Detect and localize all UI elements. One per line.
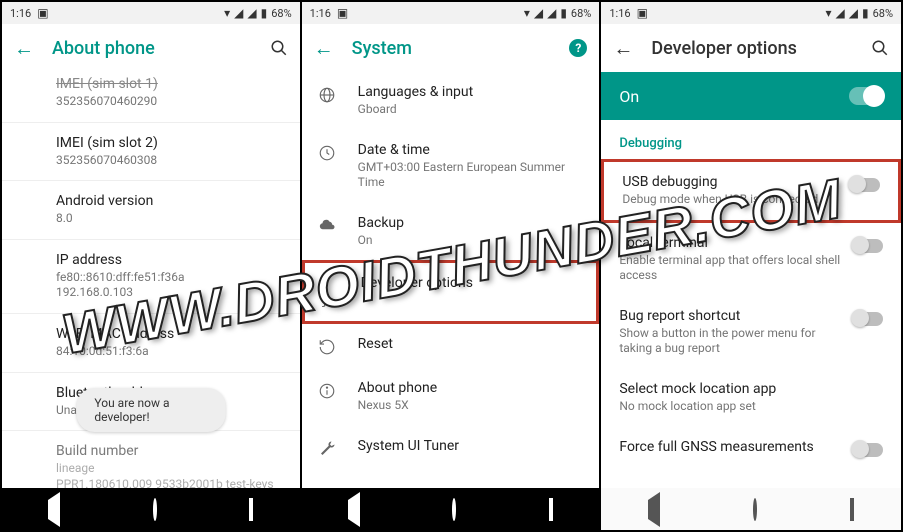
- backup-item[interactable]: Backup On: [302, 203, 600, 261]
- battery-icon: ▮: [862, 6, 869, 20]
- master-toggle-banner[interactable]: On: [601, 72, 901, 120]
- about-phone-item[interactable]: About phone Nexus 5X: [302, 368, 600, 426]
- clock-icon: [318, 144, 336, 162]
- usb-debugging-toggle[interactable]: [850, 178, 880, 192]
- status-bar: 1:16 ▣ ▾ ◢ ◢ ▮ 68%: [601, 2, 901, 24]
- calendar-icon: ▣: [637, 6, 648, 20]
- signal-icon: ◢: [836, 6, 845, 20]
- imei-slot2-item[interactable]: IMEI (sim slot 2) 352356070460308: [2, 123, 300, 181]
- datetime-item[interactable]: Date & time GMT+03:00 Eastern European S…: [302, 130, 600, 203]
- navigation-bar: [302, 488, 600, 530]
- reset-icon: [318, 338, 336, 356]
- calendar-icon: ▣: [337, 6, 348, 20]
- wifi-mac-item[interactable]: Wi-Fi MAC address 84:10:0d:51:f3:6a: [2, 314, 300, 372]
- globe-icon: [318, 86, 336, 104]
- languages-item[interactable]: Languages & input Gboard: [302, 72, 600, 130]
- master-toggle[interactable]: [849, 87, 883, 105]
- battery-percent: 68%: [271, 7, 291, 20]
- screen-system: 1:16 ▣ ▾ ◢ ◢ ▮ 68% ← System ? Language: [302, 2, 602, 530]
- battery-icon: ▮: [560, 6, 567, 20]
- bug-report-toggle[interactable]: [853, 312, 883, 326]
- imei-slot1-item[interactable]: IMEI (sim slot 1) 352356070460290: [2, 72, 300, 122]
- settings-list[interactable]: IMEI (sim slot 1) 352356070460290 IMEI (…: [2, 72, 300, 488]
- wifi-icon: ▾: [524, 6, 530, 20]
- usb-debugging-item[interactable]: USB debugging Debug mode when USB is con…: [601, 159, 901, 223]
- battery-percent: 68%: [873, 7, 893, 20]
- ip-address-item[interactable]: IP address fe80::8610:dff:fe51:f36a 192.…: [2, 240, 300, 313]
- on-label: On: [619, 87, 639, 106]
- info-icon: [318, 382, 336, 400]
- build-number-item[interactable]: Build number lineage PPR1.180610.009 953…: [2, 431, 300, 488]
- nav-home-button[interactable]: [753, 500, 757, 519]
- nav-back-button[interactable]: [348, 500, 360, 519]
- reset-item[interactable]: Reset: [302, 324, 600, 368]
- calendar-icon: ▣: [37, 6, 48, 20]
- nav-recent-button[interactable]: [850, 500, 854, 519]
- nav-back-button[interactable]: [48, 500, 60, 519]
- status-time: 1:16: [609, 7, 630, 20]
- settings-list[interactable]: Debugging USB debugging Debug mode when …: [601, 120, 901, 488]
- page-title: Developer options: [651, 38, 853, 59]
- status-bar: 1:16 ▣ ▾ ◢ ◢ ▮ 68%: [302, 2, 600, 24]
- local-terminal-item[interactable]: Local terminal Enable terminal app that …: [601, 223, 901, 296]
- search-icon[interactable]: [871, 39, 889, 57]
- nav-recent-button[interactable]: [549, 500, 553, 519]
- nav-home-button[interactable]: [153, 500, 157, 519]
- nav-home-button[interactable]: [452, 500, 456, 519]
- nav-back-button[interactable]: [648, 500, 660, 519]
- nav-recent-button[interactable]: [249, 500, 253, 519]
- developer-options-item[interactable]: { } Developer options: [302, 260, 600, 324]
- header: ← System ?: [302, 24, 600, 72]
- signal-icon-2: ◢: [247, 6, 256, 20]
- header: ← Developer options: [601, 24, 901, 72]
- navigation-bar: [2, 488, 300, 530]
- back-button[interactable]: ←: [14, 36, 34, 61]
- settings-list[interactable]: Languages & input Gboard Date & time GMT…: [302, 72, 600, 488]
- header: ← About phone: [2, 24, 300, 72]
- status-time: 1:16: [310, 7, 331, 20]
- status-time: 1:16: [10, 7, 31, 20]
- back-button[interactable]: ←: [613, 36, 633, 61]
- page-title: System: [352, 38, 552, 59]
- status-bar: 1:16 ▣ ▾ ◢ ◢ ▮ 68%: [2, 2, 300, 24]
- battery-icon: ▮: [261, 6, 268, 20]
- page-title: About phone: [52, 38, 252, 59]
- wifi-icon: ▾: [224, 6, 230, 20]
- wifi-icon: ▾: [825, 6, 831, 20]
- developer-toast: You are now a developer!: [76, 388, 225, 432]
- gnss-toggle[interactable]: [853, 443, 883, 457]
- screen-developer-options: 1:16 ▣ ▾ ◢ ◢ ▮ 68% ← Developer options O…: [601, 2, 901, 530]
- help-icon[interactable]: ?: [569, 39, 587, 57]
- battery-percent: 68%: [571, 7, 591, 20]
- section-debugging: Debugging: [601, 120, 901, 159]
- signal-icon: ◢: [234, 6, 243, 20]
- signal-icon: ◢: [534, 6, 543, 20]
- wrench-icon: [318, 440, 336, 458]
- signal-icon-2: ◢: [547, 6, 556, 20]
- system-ui-tuner-item[interactable]: System UI Tuner: [302, 426, 600, 470]
- local-terminal-toggle[interactable]: [853, 239, 883, 253]
- mock-location-item[interactable]: Select mock location app No mock locatio…: [601, 369, 901, 427]
- search-icon[interactable]: [270, 39, 288, 57]
- screen-about-phone: 1:16 ▣ ▾ ◢ ◢ ▮ 68% ← About phone IMEI (s…: [2, 2, 302, 530]
- navigation-bar: [601, 488, 901, 530]
- force-gnss-item[interactable]: Force full GNSS measurements: [601, 427, 901, 469]
- cloud-icon: [318, 217, 336, 231]
- braces-icon: { }: [321, 277, 339, 309]
- android-version-item[interactable]: Android version 8.0: [2, 181, 300, 239]
- back-button[interactable]: ←: [314, 36, 334, 61]
- bug-report-shortcut-item[interactable]: Bug report shortcut Show a button in the…: [601, 296, 901, 369]
- signal-icon-2: ◢: [849, 6, 858, 20]
